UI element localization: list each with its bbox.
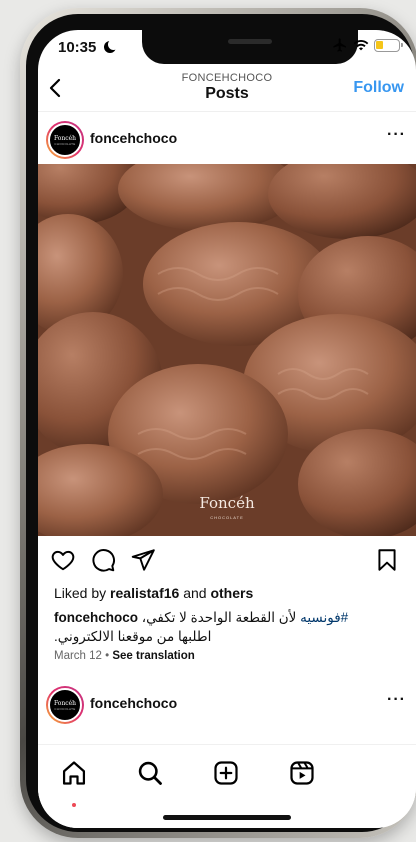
instagram-screen: 10:35 FONCEHCHOCO Posts Follow Foncéh CH… bbox=[38, 30, 416, 828]
caption-line-1: foncehchoco #فونسيه لأن القطعة الواحدة ل… bbox=[54, 608, 404, 627]
likes-others[interactable]: others bbox=[210, 585, 253, 601]
next-post-more-options-icon[interactable]: ··· bbox=[387, 691, 406, 709]
avatar-logo-sub: CHOCOLATE bbox=[54, 141, 76, 146]
post-date: March 12 bbox=[54, 650, 102, 662]
next-post-header: Foncéh CHOCOLATE foncehchoco ··· bbox=[38, 683, 416, 727]
status-time: 10:35 bbox=[58, 39, 97, 56]
bookmark-icon[interactable] bbox=[374, 547, 400, 573]
caption-line-2: اطلبها من موقعنا الالكتروني. bbox=[54, 627, 404, 646]
caption-text-1: لأن القطعة الواحدة لا تكفي، bbox=[141, 610, 301, 625]
add-icon[interactable] bbox=[212, 759, 240, 787]
caption-username[interactable]: foncehchoco bbox=[54, 610, 138, 625]
home-icon[interactable] bbox=[60, 759, 88, 787]
bottom-tab-bar bbox=[38, 744, 416, 828]
post-header: Foncéh CHOCOLATE foncehchoco ··· bbox=[38, 118, 416, 162]
post-caption: foncehchoco #فونسيه لأن القطعة الواحدة ل… bbox=[54, 608, 404, 646]
more-options-icon[interactable]: ··· bbox=[387, 126, 406, 144]
comment-icon[interactable] bbox=[90, 547, 116, 573]
home-indicator bbox=[163, 815, 291, 820]
caption-text-2: اطلبها من موقعنا الالكتروني. bbox=[54, 629, 212, 644]
image-brand-subtext: CHOCOLATE bbox=[210, 515, 244, 520]
likes-user[interactable]: realistaf16 bbox=[110, 585, 179, 601]
likes-prefix: Liked by bbox=[54, 585, 111, 601]
likes-middle: and bbox=[179, 585, 211, 601]
next-post-username[interactable]: foncehchoco bbox=[90, 695, 177, 711]
see-translation-link[interactable]: See translation bbox=[112, 650, 194, 662]
follow-button[interactable]: Follow bbox=[353, 79, 404, 97]
focus-moon-icon bbox=[104, 39, 119, 53]
avatar[interactable]: Foncéh CHOCOLATE bbox=[46, 121, 84, 159]
wifi-icon bbox=[353, 39, 369, 51]
battery-icon bbox=[374, 38, 403, 52]
avatar-logo-text: Foncéh bbox=[53, 134, 77, 142]
avatar-logo-text: Foncéh bbox=[53, 699, 77, 707]
status-bar: 10:35 bbox=[38, 30, 416, 64]
next-post-avatar[interactable]: Foncéh CHOCOLATE bbox=[46, 686, 84, 724]
post-image[interactable]: Foncéh CHOCOLATE bbox=[38, 164, 416, 536]
post-actions bbox=[38, 545, 416, 575]
avatar-logo: Foncéh CHOCOLATE bbox=[48, 688, 82, 722]
reels-icon[interactable] bbox=[288, 759, 316, 787]
notification-dot bbox=[72, 803, 76, 807]
meta-separator: • bbox=[101, 650, 113, 662]
avatar-logo: Foncéh CHOCOLATE bbox=[48, 123, 82, 157]
likes-summary[interactable]: Liked by realistaf16 and others bbox=[54, 585, 253, 601]
chocolate-photo bbox=[38, 164, 416, 536]
status-icons bbox=[332, 37, 403, 53]
search-icon[interactable] bbox=[136, 759, 164, 787]
avatar-logo-sub: CHOCOLATE bbox=[54, 706, 76, 711]
image-brand-text: Foncéh bbox=[199, 494, 255, 512]
posts-header: FONCEHCHOCO Posts Follow bbox=[38, 68, 416, 112]
send-icon[interactable] bbox=[130, 547, 156, 573]
post-meta: March 12 • See translation bbox=[54, 650, 195, 662]
post-username[interactable]: foncehchoco bbox=[90, 130, 177, 146]
caption-hashtag[interactable]: #فونسيه bbox=[300, 610, 348, 625]
heart-icon[interactable] bbox=[50, 547, 76, 573]
airplane-icon bbox=[333, 38, 346, 52]
